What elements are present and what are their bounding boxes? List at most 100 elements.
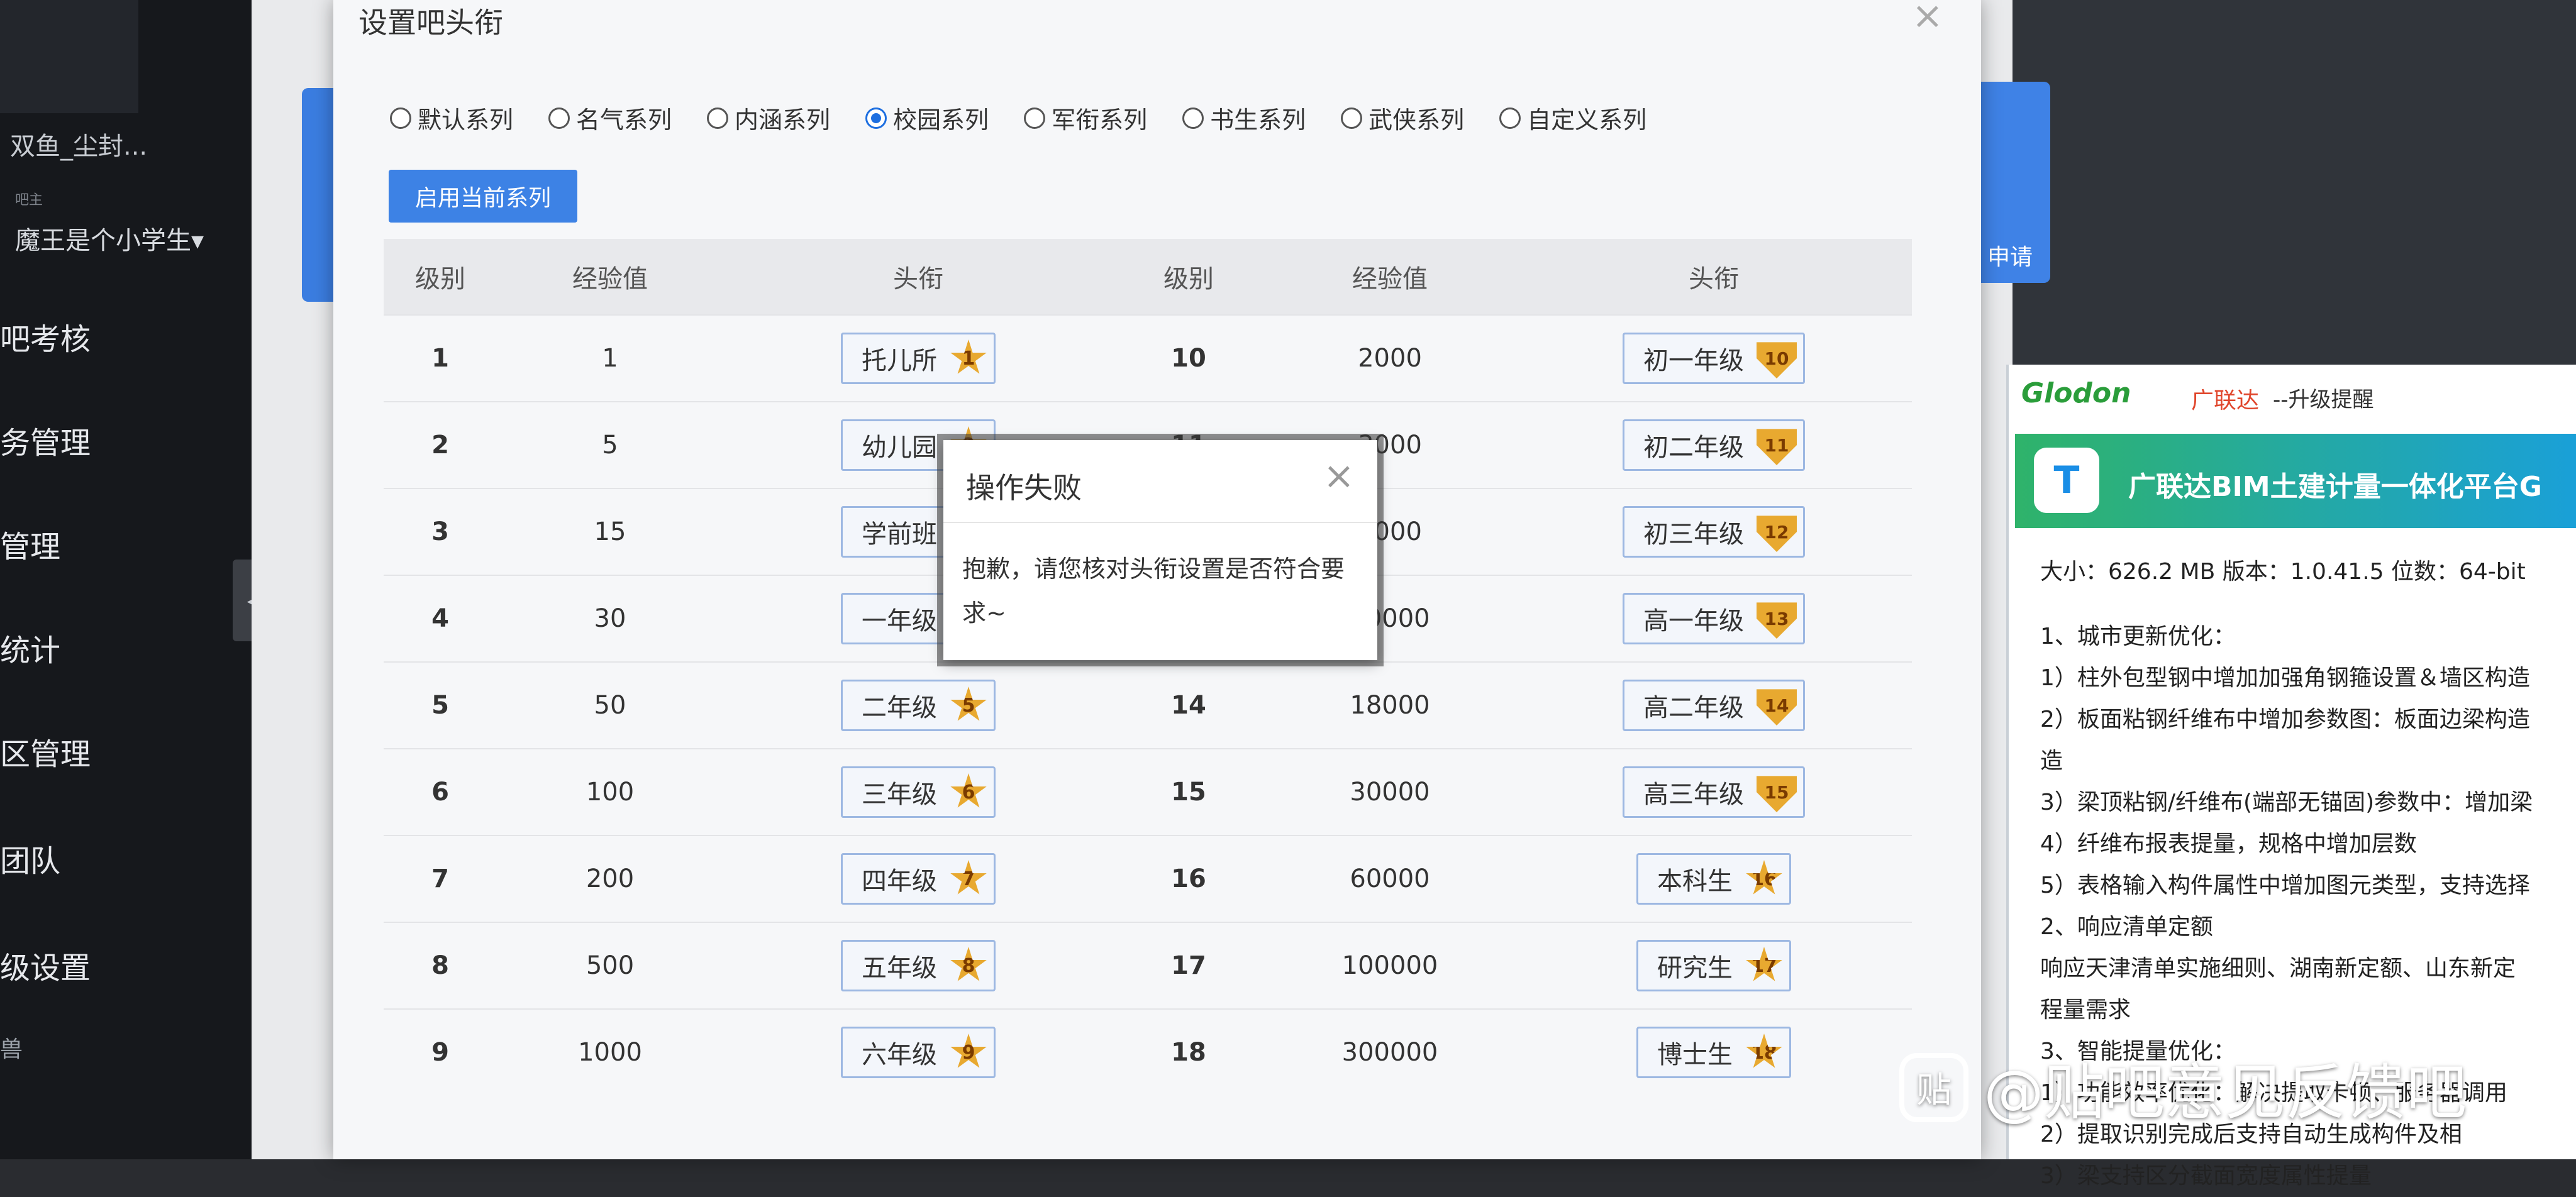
series-radio-group: 默认系列 名气系列 内涵系列 校园系列 军衔系列 书生系列 武侠系列 自定义系列 [390, 101, 1646, 135]
title-badge[interactable]: 初一年级 10 [1623, 333, 1805, 384]
sidebar-item-zone[interactable]: 区管理 [0, 729, 91, 773]
release-note-line: 响应天津清单实施细则、湖南新定额、山东新定 [2040, 956, 2516, 981]
radio-campus-series[interactable]: 校园系列 [865, 101, 989, 135]
release-note-line: 2）板面粘钢纤维布中增加参数图：板面边梁构造 [2040, 707, 2530, 732]
level-cell: 17 [1171, 951, 1206, 980]
level-star-icon: 16 [1746, 860, 1782, 895]
sidebar-item-affairs[interactable]: 务管理 [0, 418, 91, 462]
apply-button-background[interactable]: 申请 [1975, 82, 2050, 283]
title-badge[interactable]: 高一年级 13 [1623, 593, 1805, 644]
level-shield-icon: 12 [1757, 516, 1797, 552]
release-note-line: 3）梁顶粘钢/纤维布(端部无锚固)参数中：增加梁 [2040, 790, 2533, 815]
level-cell: 3 [431, 517, 449, 546]
title-cell: 高一年级 13 [1516, 576, 1912, 661]
radio-military-series[interactable]: 军衔系列 [1024, 101, 1147, 135]
exp-cell: 18000 [1350, 691, 1430, 720]
title-cell: 初三年级 12 [1516, 489, 1912, 575]
radio-selected-icon [865, 107, 887, 129]
level-star-icon: 7 [950, 860, 987, 895]
level-cell: 14 [1171, 691, 1206, 720]
title-badge[interactable]: 本科生 16 [1636, 853, 1791, 905]
sidebar-item-manage[interactable]: 管理 [0, 522, 60, 566]
radio-scholar-series[interactable]: 书生系列 [1182, 101, 1306, 135]
radio-icon [1024, 107, 1046, 129]
title-text: 幼儿园 [862, 433, 937, 462]
table-row: 7 200 四年级 7 16 60000 本科生 16 [384, 835, 1912, 922]
title-badge[interactable]: 四年级 7 [841, 853, 996, 905]
table-row: 8 500 五年级 8 17 100000 研究生 17 [384, 922, 1912, 1008]
title-cell: 博士生 18 [1516, 1010, 1912, 1095]
title-text: 学前班 [862, 520, 937, 549]
level-cell: 8 [431, 951, 449, 980]
account-switcher[interactable]: 魔王是个小学生▾ [15, 220, 204, 256]
title-badge[interactable]: 研究生 17 [1636, 940, 1791, 991]
close-icon[interactable]: × [1912, 0, 1943, 38]
title-cell: 研究生 17 [1516, 923, 1912, 1008]
exp-cell: 50 [594, 691, 626, 720]
title-text: 初三年级 [1643, 520, 1744, 549]
title-badge[interactable]: 托儿所 1 [841, 333, 996, 384]
title-badge[interactable]: 博士生 18 [1636, 1027, 1791, 1078]
error-modal: 操作失败 × 抱歉，请您核对头衔设置是否符合要求~ [943, 440, 1377, 660]
close-icon[interactable]: × [1323, 454, 1355, 498]
desktop-background [2012, 0, 2576, 365]
brand-logo: Glodon [2021, 377, 2131, 409]
radio-icon [1182, 107, 1204, 129]
table-row: 1 1 托儿所 1 10 2000 初一年级 10 [384, 314, 1912, 401]
exp-cell: 1000 [578, 1038, 642, 1067]
title-cell: 二年级 5 [723, 663, 1113, 748]
column-header-exp: 经验值 [1352, 265, 1428, 294]
title-text: 高一年级 [1643, 607, 1744, 636]
level-star-icon: 8 [950, 947, 987, 981]
column-header-title: 头衔 [893, 265, 943, 294]
radio-wuxia-series[interactable]: 武侠系列 [1341, 101, 1464, 135]
radio-connotation-series[interactable]: 内涵系列 [707, 101, 830, 135]
release-note-line: 3）梁支持区分截面宽度属性提量 [2040, 1163, 2372, 1189]
title-badge[interactable]: 六年级 9 [841, 1027, 996, 1078]
title-badge[interactable]: 三年级 6 [841, 766, 996, 818]
exp-cell: 1 [602, 344, 618, 373]
release-note-line: 造 [2040, 748, 2063, 774]
level-cell: 18 [1171, 1038, 1206, 1067]
release-note-line: 1、城市更新优化： [2040, 624, 2236, 649]
table-row: 6 100 三年级 6 15 30000 高三年级 15 [384, 748, 1912, 835]
title-badge[interactable]: 初二年级 11 [1623, 419, 1805, 471]
title-badge[interactable]: 高三年级 15 [1623, 766, 1805, 818]
title-cell: 六年级 9 [723, 1010, 1113, 1095]
apply-button-label: 申请 [1987, 245, 2033, 270]
radio-icon [548, 107, 570, 129]
title-cell: 本科生 16 [1516, 836, 1912, 922]
update-popup: Glodon 广联达 --升级提醒 T 广联达BIM土建计量一体化平台G 大小：… [2006, 365, 2576, 1189]
radio-icon [1499, 107, 1521, 129]
radio-custom-series[interactable]: 自定义系列 [1499, 101, 1646, 135]
column-header-title: 头衔 [1689, 265, 1739, 294]
title-text: 高二年级 [1643, 693, 1744, 722]
title-text: 初二年级 [1643, 433, 1744, 462]
title-badge[interactable]: 高二年级 14 [1623, 680, 1805, 731]
exp-cell: 5 [602, 431, 618, 460]
watermark: 贴 @贴吧意见反馈吧 [1899, 1044, 2467, 1131]
sidebar-item-misc[interactable]: 兽 [0, 1031, 23, 1064]
sidebar-item-level-settings[interactable]: 级设置 [0, 943, 91, 987]
radio-fame-series[interactable]: 名气系列 [548, 101, 672, 135]
title-badge[interactable]: 二年级 5 [841, 680, 996, 731]
title-badge[interactable]: 初三年级 12 [1623, 506, 1805, 558]
modal-divider [943, 522, 1377, 523]
enable-series-button[interactable]: 启用当前系列 [389, 170, 577, 223]
radio-label: 书生系列 [1210, 106, 1306, 134]
level-star-icon: 1 [950, 339, 987, 374]
title-text: 高三年级 [1643, 780, 1744, 809]
sidebar-item-team[interactable]: 团队 [0, 836, 60, 880]
title-badge[interactable]: 五年级 8 [841, 940, 996, 991]
sidebar-item-stats[interactable]: 统计 [0, 626, 60, 670]
radio-label: 名气系列 [576, 106, 672, 134]
level-shield-icon: 10 [1757, 342, 1797, 378]
exp-cell: 200 [586, 864, 635, 893]
level-cell: 10 [1171, 344, 1206, 373]
user-name[interactable]: 双鱼_尘封... [10, 126, 147, 162]
sidebar-item-review[interactable]: 吧考核 [0, 314, 91, 358]
title-table: 级别 经验值 头衔 级别 经验值 头衔 1 1 托儿所 1 10 2000 初一年级 10 2 5… [384, 239, 1912, 1095]
product-name: 广联达BIM土建计量一体化平台G [2128, 471, 2542, 503]
radio-default-series[interactable]: 默认系列 [390, 101, 513, 135]
title-text: 托儿所 [862, 346, 937, 375]
